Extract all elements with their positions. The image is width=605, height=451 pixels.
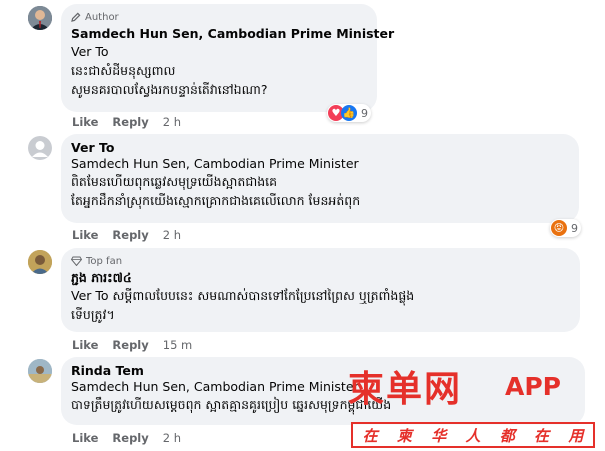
comment-timestamp[interactable]: 15 m bbox=[163, 338, 193, 352]
watermark-slogan-char: 都 bbox=[499, 426, 515, 445]
comment-timestamp[interactable]: 2 h bbox=[163, 228, 181, 242]
angry-reaction-icon: 😡 bbox=[551, 220, 567, 236]
mention-link[interactable]: Samdech Hun Sen, Cambodian Prime Ministe… bbox=[71, 379, 575, 395]
watermark-app-text: APP bbox=[505, 372, 561, 401]
comment-bubble: Top fan ភ្ជង ភារះ៧៤ Ver To សម្ដីពាលបែបនេ… bbox=[61, 248, 580, 332]
reply-button[interactable]: Reply bbox=[112, 115, 148, 129]
reply-button[interactable]: Reply bbox=[112, 431, 148, 445]
watermark-slogan-char: 在 bbox=[362, 426, 378, 445]
diamond-icon bbox=[71, 256, 82, 266]
comment-text-line: បាទត្រឹមត្រូវហើយសម្ដេចពុក ស្អាតគ្មានគូរប… bbox=[71, 397, 392, 412]
comment-bubble: Author Samdech Hun Sen, Cambodian Prime … bbox=[61, 4, 394, 112]
watermark-slogan-char: 人 bbox=[465, 426, 481, 445]
person-photo-icon bbox=[28, 359, 52, 383]
comment-actions: Like Reply 2 h bbox=[72, 431, 181, 445]
author-name[interactable]: Rinda Tem bbox=[71, 363, 144, 379]
reply-button[interactable]: Reply bbox=[112, 338, 148, 352]
reaction-summary[interactable]: 😡 9 bbox=[550, 219, 581, 237]
commenter-avatar[interactable] bbox=[28, 250, 52, 274]
comment-text-line: Ver To bbox=[71, 44, 109, 59]
reaction-summary[interactable]: ♥ 👍 9 bbox=[327, 104, 371, 122]
mention-link[interactable]: Samdech Hun Sen, Cambodian Prime Ministe… bbox=[71, 26, 394, 42]
default-avatar-icon bbox=[28, 136, 52, 160]
mention-text[interactable]: Samdech Hun Sen, Cambodian Prime Ministe… bbox=[71, 26, 394, 42]
like-button[interactable]: Like bbox=[72, 431, 98, 445]
mention-link[interactable]: Samdech Hun Sen, Cambodian Prime Ministe… bbox=[71, 156, 569, 172]
comment-actions: Like Reply 2 h bbox=[72, 115, 181, 129]
comment-bubble: Ver To Samdech Hun Sen, Cambodian Prime … bbox=[61, 134, 579, 223]
comment-text-line: នេះជាសំដីមនុស្សពាល bbox=[71, 63, 176, 78]
commenter-avatar[interactable] bbox=[28, 359, 52, 383]
comment-text-line: ទើបត្រូវ។ bbox=[71, 307, 115, 322]
comment-actions: Like Reply 15 m bbox=[72, 338, 192, 352]
author-name[interactable]: Ver To bbox=[71, 140, 114, 156]
commenter-name[interactable]: ភ្ជង ភារះ៧៤ bbox=[71, 270, 570, 286]
comment-text-line: តែអ្នកដឹកនាំស្រុកយើងស្មោកគ្រោកជាងគេលើលោក… bbox=[71, 193, 361, 208]
author-avatar[interactable] bbox=[28, 6, 52, 30]
comment-actions: Like Reply 2 h bbox=[72, 228, 181, 242]
top-fan-badge: Top fan bbox=[71, 254, 570, 268]
like-reaction-icon: 👍 bbox=[341, 105, 357, 121]
person-photo-icon bbox=[28, 6, 52, 30]
comment-timestamp[interactable]: 2 h bbox=[163, 115, 181, 129]
watermark-logo-text: 柬单网 bbox=[348, 369, 463, 410]
commenter-name[interactable]: Ver To bbox=[71, 140, 569, 156]
comment-text-line: Ver To សម្ដីពាលបែបនេះ សមណាស់បានទៅកែប្រែន… bbox=[71, 288, 415, 303]
watermark-slogan: 在 柬 华 人 都 在 用 bbox=[351, 422, 595, 448]
mention-text[interactable]: Samdech Hun Sen, Cambodian Prime Ministe… bbox=[71, 156, 359, 172]
badge-label: Top fan bbox=[86, 255, 123, 267]
reaction-count: 9 bbox=[361, 106, 368, 120]
like-button[interactable]: Like bbox=[72, 115, 98, 129]
author-name[interactable]: ភ្ជង ភារះ៧៤ bbox=[71, 270, 132, 286]
mention-text[interactable]: Samdech Hun Sen, Cambodian Prime Ministe… bbox=[71, 379, 359, 395]
person-photo-icon bbox=[28, 250, 52, 274]
commenter-name[interactable]: Rinda Tem bbox=[71, 363, 575, 379]
watermark-slogan-char: 柬 bbox=[396, 426, 412, 445]
pencil-icon bbox=[71, 12, 81, 22]
comment-timestamp[interactable]: 2 h bbox=[163, 431, 181, 445]
commenter-avatar[interactable] bbox=[28, 136, 52, 160]
watermark-slogan-char: 在 bbox=[534, 426, 550, 445]
author-badge: Author bbox=[71, 10, 367, 24]
badge-label: Author bbox=[85, 11, 119, 23]
like-button[interactable]: Like bbox=[72, 338, 98, 352]
comment-text-line: សូមនគរបាលស្វែងរកបន្ទាន់តើវានៅឯណា? bbox=[71, 82, 268, 97]
like-button[interactable]: Like bbox=[72, 228, 98, 242]
watermark-slogan-char: 用 bbox=[568, 426, 584, 445]
reaction-count: 9 bbox=[571, 221, 578, 235]
reply-button[interactable]: Reply bbox=[112, 228, 148, 242]
comment-text-line: ពិតមែនហើយពុកឆ្លេវសមុទ្រយើងស្អាតជាងគេ bbox=[71, 174, 278, 189]
watermark-slogan-char: 华 bbox=[431, 426, 447, 445]
